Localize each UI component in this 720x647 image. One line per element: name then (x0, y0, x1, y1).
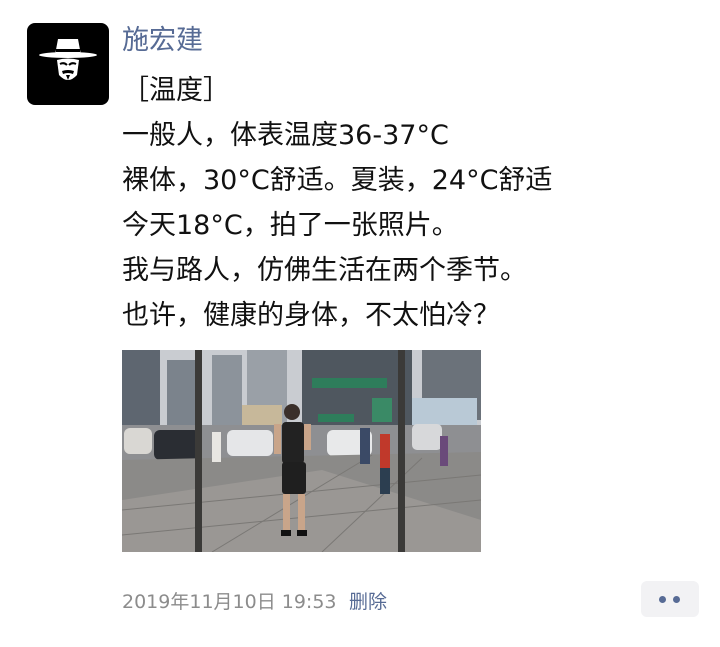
delete-link[interactable]: 删除 (349, 588, 387, 616)
masked-man-hat-icon (39, 39, 97, 80)
post-line: 今天18°C，拍了一张照片。 (122, 210, 459, 241)
post-line: 一般人，体表温度36-37°C (122, 120, 449, 151)
author-name[interactable]: 施宏建 (122, 22, 203, 60)
more-dots-icon (659, 596, 666, 603)
post-line: 裸体，30°C舒适。夏装，24°C舒适 (122, 165, 553, 196)
more-button[interactable] (641, 581, 699, 617)
post-photo[interactable] (122, 350, 481, 552)
post-line: 我与路人，仿佛生活在两个季节。 (122, 255, 527, 286)
author-avatar[interactable] (27, 23, 109, 105)
post-line: 也许，健康的身体，不太怕冷？ (122, 300, 500, 331)
post-content: ［温度］ 一般人，体表温度36-37°C 裸体，30°C舒适。夏装，24°C舒适… (122, 68, 682, 338)
more-dots-icon (673, 596, 680, 603)
post-timestamp: 2019年11月10日 19:53 (122, 591, 337, 613)
street-photo-image (122, 350, 481, 552)
post-line-title: ［温度］ (122, 75, 230, 106)
